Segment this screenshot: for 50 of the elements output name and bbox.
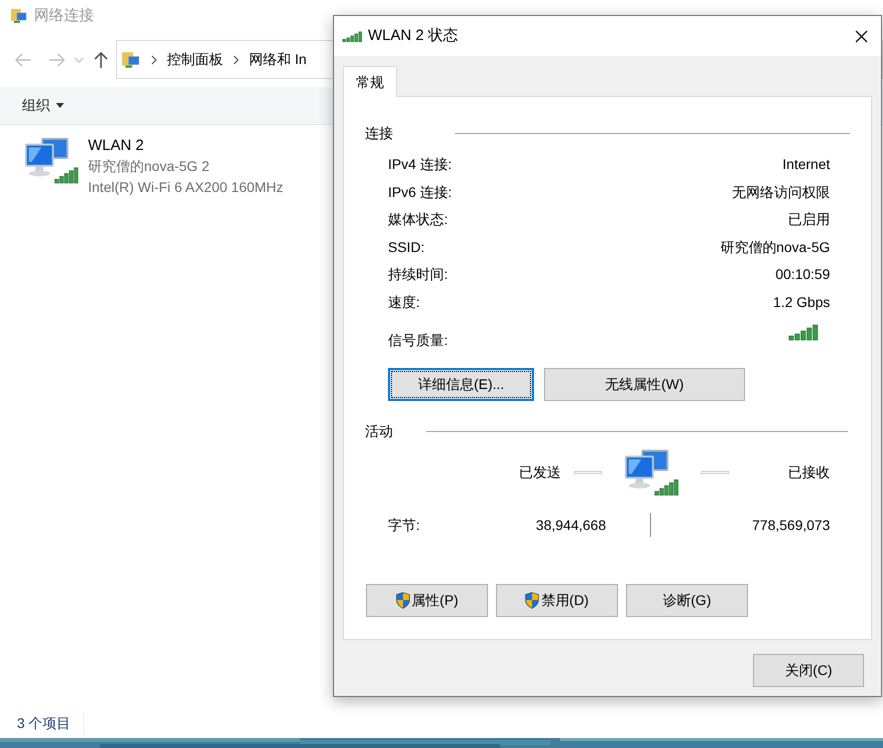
forward-arrow-icon[interactable] [48,52,66,66]
field-label: SSID: [388,238,425,257]
field-value: Internet [782,155,830,174]
network-name: 研究僧的nova-5G 2 [88,157,210,176]
bytes-sent: 38,944,668 [534,516,606,534]
field-label: IPv6 连接: [388,182,452,202]
field-value: 已启用 [788,210,830,230]
adapter-name: Intel(R) Wi-Fi 6 AX200 160MHz [88,178,284,197]
shield-icon [396,592,410,609]
section-heading: 连接 [365,124,393,143]
field-value: 00:10:59 [776,265,830,284]
chevron-icon [233,54,239,64]
caret-icon [56,103,64,108]
signal-bars-icon [342,30,362,42]
window-title: 网络连接 [34,6,94,26]
dialog-button[interactable]: 禁用(D) [496,584,618,617]
connection-name: WLAN 2 [88,136,145,156]
tab[interactable]: 常规 [343,66,397,97]
sent-label: 已发送 [519,462,562,482]
breadcrumb-item[interactable]: 网络和 In [249,49,307,70]
shield-icon [525,592,540,609]
field-label: 持续时间: [388,265,448,284]
field-label: 速度: [388,292,420,312]
dialog-button[interactable]: 无线属性(W) [544,368,745,401]
bytes-received: 778,569,073 [752,516,830,534]
section-heading: 活动 [365,422,393,441]
network-computers-icon [22,135,80,185]
close-button[interactable]: 关闭(C) [753,654,864,687]
item-count: 3 个项目 [17,712,84,734]
received-label: 已接收 [788,462,830,482]
field-value: 研究僧的nova-5G [720,238,830,257]
control-panel-icon [121,50,141,70]
organize-menu[interactable]: 组织 [22,95,64,116]
field-value: 无网络访问权限 [732,182,830,202]
folder-network-icon [10,7,28,25]
connection-item[interactable]: WLAN 2 研究僧的nova-5G 2 Intel(R) Wi-Fi 6 AX200 160MHz [22,135,322,198]
dialog-title: WLAN 2 状态 [368,26,458,46]
chevron-icon [151,54,157,64]
recent-caret-icon[interactable] [74,56,84,62]
breadcrumb-item[interactable]: 控制面板 [167,49,223,70]
field-value: 1.2 Gbps [773,292,830,312]
bytes-label: 字节: [388,516,421,534]
back-arrow-icon[interactable] [14,52,32,66]
field-label: IPv4 连接: [388,155,452,174]
field-label: 媒体状态: [388,210,448,230]
field-label: 信号质量: [388,331,448,350]
dialog-button[interactable]: 属性(P) [366,584,488,617]
dialog-button[interactable]: 诊断(G) [626,584,748,617]
up-arrow-icon[interactable] [94,50,108,68]
dialog-button[interactable]: 详细信息(E)... [388,368,534,401]
